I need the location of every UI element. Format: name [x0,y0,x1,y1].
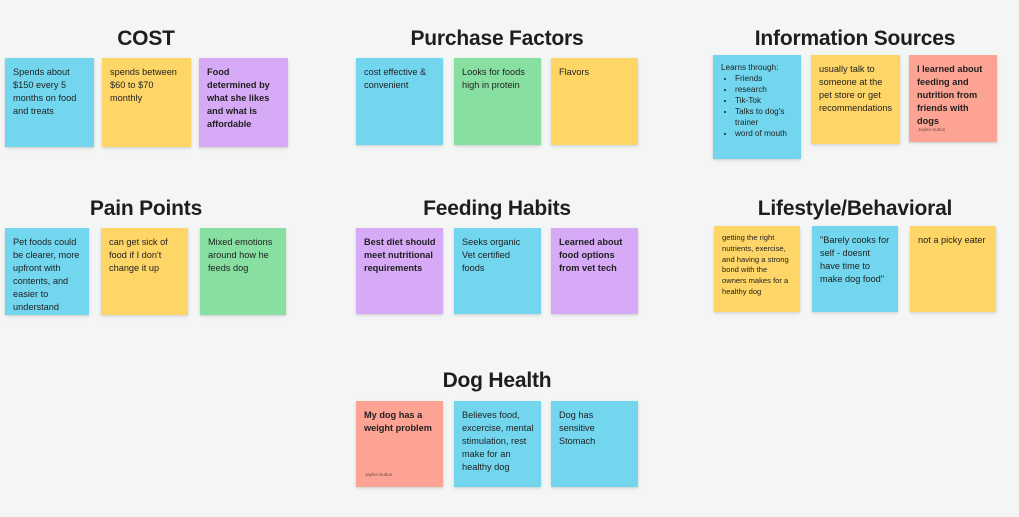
sticky-note[interactable]: Learns through: Friends research Tik-Tok… [713,55,801,159]
cluster-title-lifestyle-behavioral[interactable]: Lifestyle/Behavioral [713,197,997,221]
sticky-note[interactable]: usually talk to someone at the pet store… [811,55,900,144]
cluster-dog-health: Dog Health My dog has a weight problem J… [356,369,638,491]
sticky-note[interactable]: Seeks organic Vet certified foods [454,228,541,314]
note-text: I learned about feeding and nutrition fr… [917,64,983,126]
cluster-lifestyle-behavioral: Lifestyle/Behavioral getting the right n… [713,197,997,319]
sticky-note[interactable]: Food determined by what she likes and wh… [199,58,288,147]
sticky-note[interactable]: spends between $60 to $70 monthly [102,58,191,147]
cluster-purchase-factors: Purchase Factors cost effective & conven… [356,27,638,149]
sticky-note[interactable]: Looks for foods high in protein [454,58,541,145]
note-text: Food determined by what she likes and wh… [207,67,270,129]
sticky-note[interactable]: "Barely cooks for self - doesnt have tim… [812,226,898,312]
sticky-note[interactable]: Spends about $150 every 5 months on food… [5,58,94,147]
cluster-title-dog-health[interactable]: Dog Health [356,369,638,393]
bullet-list: Friends research Tik-Tok Talks to dog's … [721,73,794,139]
sticky-note[interactable]: I learned about feeding and nutrition fr… [909,55,997,142]
list-item: Tik-Tok [735,95,794,106]
cluster-pain-points: Pain Points Pet foods could be clearer, … [5,197,287,319]
sticky-note[interactable]: Mixed emotions around how he feeds dog [200,228,286,315]
note-text: Learned about food options from vet tech [559,237,623,273]
note-text: Dog has sensitive Stomach [559,410,596,446]
list-item: word of mouth [735,128,794,139]
cluster-title-purchase-factors[interactable]: Purchase Factors [356,27,638,51]
cluster-title-information-sources[interactable]: Information Sources [713,27,997,51]
note-text: can get sick of food if I don't change i… [109,237,168,273]
note-text: Best diet should meet nutritional requir… [364,237,436,273]
cluster-title-feeding-habits[interactable]: Feeding Habits [356,197,638,221]
cluster-information-sources: Information Sources Learns through: Frie… [713,27,997,167]
note-text: cost effective & convenient [364,67,427,90]
note-text: My dog has a weight problem [364,410,432,433]
sticky-note[interactable]: not a picky eater [910,226,996,312]
note-text: Spends about $150 every 5 months on food… [13,67,77,116]
sticky-note[interactable]: cost effective & convenient [356,58,443,145]
note-text: Seeks organic Vet certified foods [462,237,521,273]
sticky-note[interactable]: can get sick of food if I don't change i… [101,228,188,315]
note-author: Jaylen Sutton [918,127,946,132]
sticky-note[interactable]: Believes food, excercise, mental stimula… [454,401,541,487]
sticky-note[interactable]: Pet foods could be clearer, more upfront… [5,228,89,315]
cluster-title-cost[interactable]: COST [5,27,287,51]
note-text: usually talk to someone at the pet store… [819,64,893,113]
note-text: spends between $60 to $70 monthly [110,67,177,103]
sticky-note[interactable]: Learned about food options from vet tech [551,228,638,314]
note-text: not a picky eater [918,235,986,245]
sticky-note[interactable]: Flavors [551,58,638,145]
cluster-cost: COST Spends about $150 every 5 months on… [5,27,288,149]
list-item: Talks to dog's trainer [735,106,794,128]
whiteboard-canvas[interactable]: COST Spends about $150 every 5 months on… [0,0,1019,517]
cluster-title-pain-points[interactable]: Pain Points [5,197,287,221]
note-text: Pet foods could be clearer, more upfront… [13,237,80,312]
note-intro: Learns through: [721,63,779,72]
note-text: Mixed emotions around how he feeds dog [208,237,273,273]
sticky-note[interactable]: My dog has a weight problem Jaylen Sutto… [356,401,443,487]
sticky-note[interactable]: getting the right nutrients, exercise, a… [714,226,800,312]
sticky-note[interactable]: Dog has sensitive Stomach [551,401,638,487]
note-text: "Barely cooks for self - doesnt have tim… [820,235,890,284]
note-author: Jaylen Sutton [365,472,393,477]
cluster-feeding-habits: Feeding Habits Best diet should meet nut… [356,197,638,319]
list-item: research [735,84,794,95]
note-text: Flavors [559,67,590,77]
note-text: Believes food, excercise, mental stimula… [462,410,534,472]
note-text: getting the right nutrients, exercise, a… [722,233,789,296]
list-item: Friends [735,73,794,84]
sticky-note[interactable]: Best diet should meet nutritional requir… [356,228,443,314]
note-text: Looks for foods high in protein [462,67,525,90]
